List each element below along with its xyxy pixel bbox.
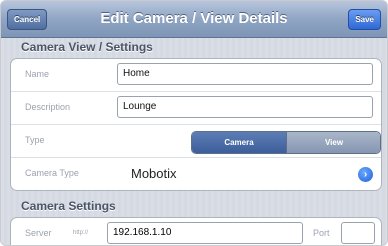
- type-option-view[interactable]: View: [286, 132, 380, 153]
- camera-type-row[interactable]: Camera Type Mobotix ›: [11, 158, 381, 190]
- description-field[interactable]: Lounge: [117, 96, 373, 118]
- camera-type-label: Camera Type: [25, 168, 79, 178]
- app-window: Cancel Edit Camera / View Details Save C…: [0, 0, 388, 246]
- server-prefix: http://: [73, 230, 89, 236]
- chevron-right-icon[interactable]: ›: [358, 167, 373, 182]
- camera-type-value: Mobotix: [131, 166, 177, 181]
- view-settings-group: Name Home Description Lounge Type Camera…: [10, 58, 382, 191]
- description-label: Description: [25, 102, 71, 112]
- camera-settings-group: Server http:// 192.168.1.10 Port: [10, 217, 382, 245]
- name-label: Name: [25, 69, 50, 79]
- settings-content[interactable]: Camera View / Settings Name Home Descrip…: [1, 38, 387, 245]
- name-row: Name Home: [11, 59, 381, 92]
- server-label: Server: [25, 228, 52, 238]
- type-row: Type Camera View: [11, 125, 381, 158]
- section-header-view-settings: Camera View / Settings: [21, 40, 153, 54]
- server-row: Server http:// 192.168.1.10 Port: [11, 218, 381, 245]
- page-title: Edit Camera / View Details: [100, 10, 288, 27]
- section-header-camera-settings: Camera Settings: [21, 199, 116, 213]
- save-button[interactable]: Save: [348, 9, 381, 30]
- name-field[interactable]: Home: [117, 63, 373, 85]
- port-field[interactable]: [341, 222, 375, 244]
- description-row: Description Lounge: [11, 92, 381, 125]
- type-label: Type: [25, 135, 45, 145]
- port-label: Port: [313, 228, 330, 238]
- navigation-bar: Cancel Edit Camera / View Details Save: [1, 1, 387, 38]
- type-option-camera[interactable]: Camera: [192, 132, 286, 153]
- type-segmented-control[interactable]: Camera View: [191, 131, 381, 154]
- server-field[interactable]: 192.168.1.10: [107, 222, 303, 244]
